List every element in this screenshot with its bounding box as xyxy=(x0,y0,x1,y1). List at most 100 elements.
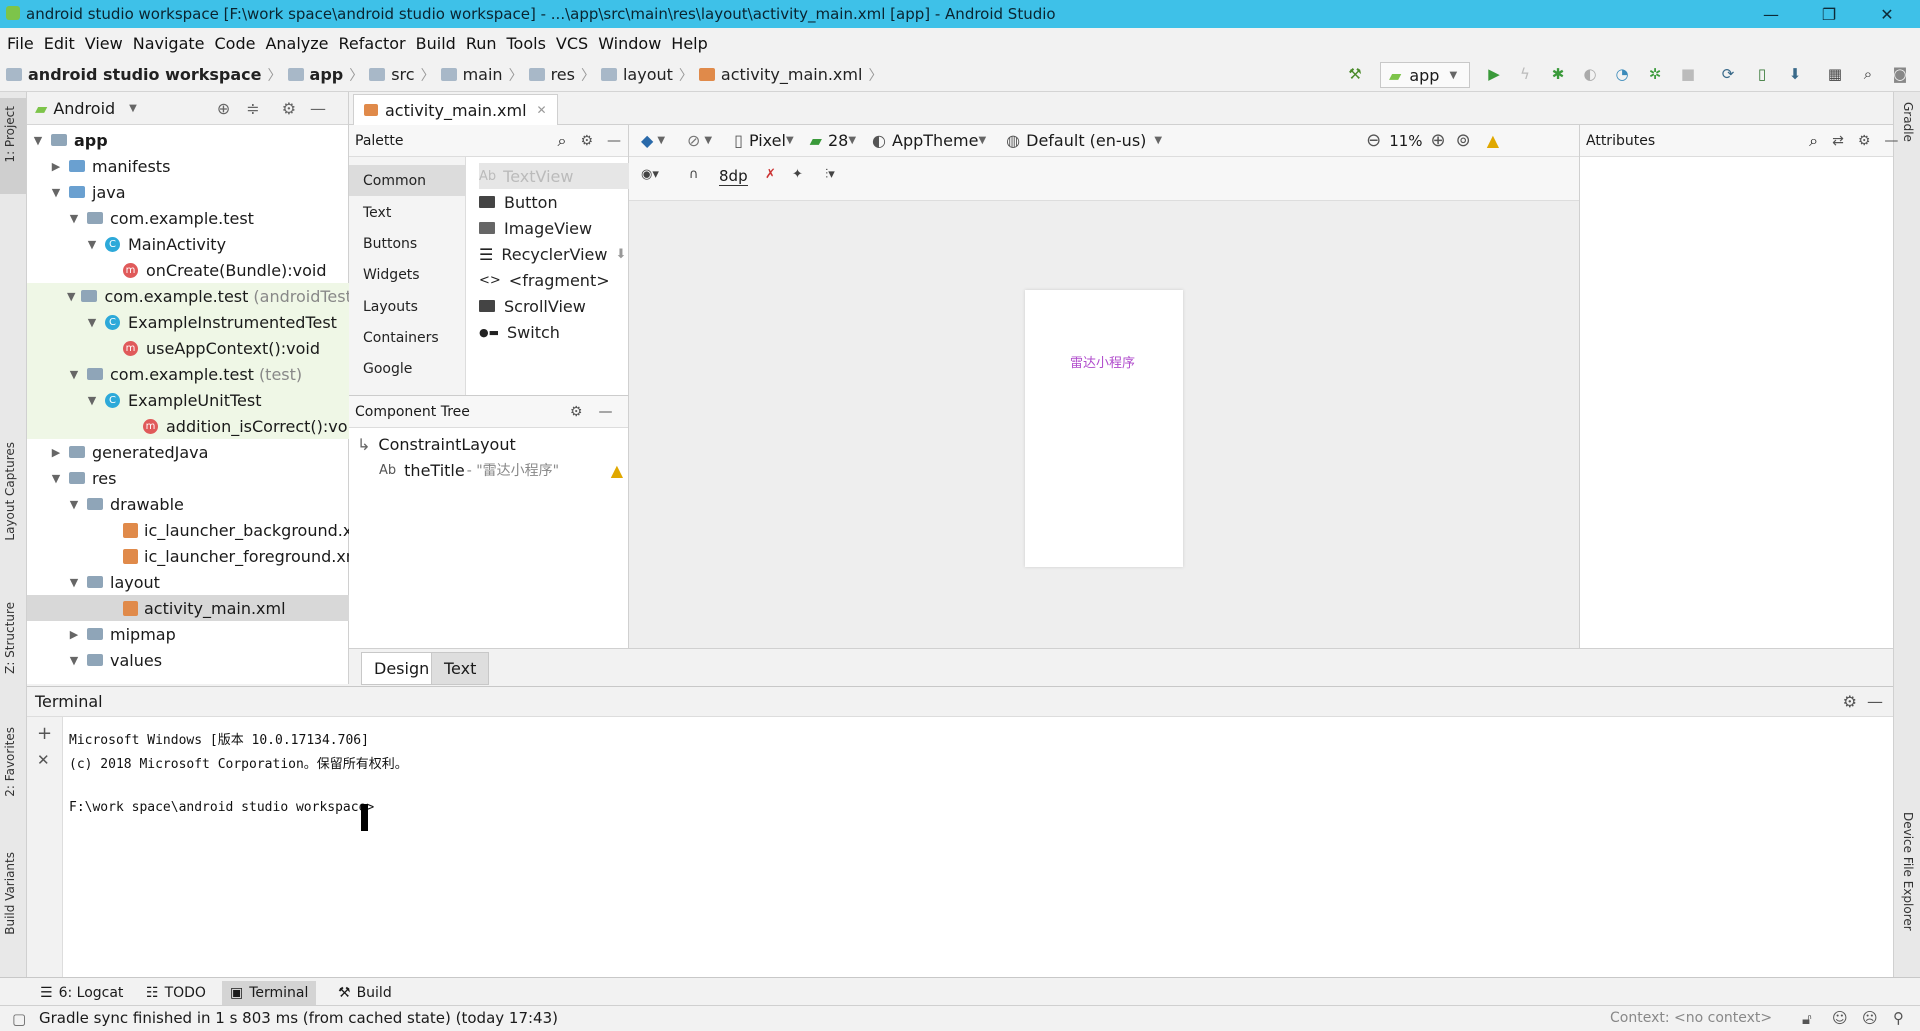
tab-todo[interactable]: ☷ TODO xyxy=(138,981,214,1005)
device-select[interactable]: Pixel xyxy=(749,131,786,150)
preview-textview[interactable]: 雷达小程序 xyxy=(1070,352,1135,371)
menu-code[interactable]: Code xyxy=(215,34,256,53)
tree-item-drawable[interactable]: ▼ drawable xyxy=(27,491,349,517)
structure-tab[interactable]: Z: Structure xyxy=(3,602,17,674)
profile-icon[interactable]: ◔ xyxy=(1612,64,1632,84)
close-session-icon[interactable]: ✕ xyxy=(37,751,50,769)
breadcrumb-main[interactable]: main 〉 xyxy=(440,65,523,85)
menu-build[interactable]: Build xyxy=(416,34,456,53)
tree-item-mipmap[interactable]: ▶ mipmap xyxy=(27,621,349,647)
tree-item-package-androidtest[interactable]: ▼ com.example.test (androidTest) xyxy=(27,283,349,309)
tree-item-addition-iscorrect[interactable]: m addition_isCorrect():vo xyxy=(27,413,349,439)
search-icon[interactable]: ⌕ xyxy=(1809,131,1818,151)
palette-cat-google[interactable]: Google xyxy=(349,353,466,384)
menu-tools[interactable]: Tools xyxy=(507,34,546,53)
tree-item-unit-test[interactable]: ▼ C ExampleUnitTest xyxy=(27,387,349,413)
chevron-down-icon[interactable]: ▼ xyxy=(704,135,712,146)
tab-terminal[interactable]: ▣ Terminal xyxy=(222,981,317,1005)
magnet-icon[interactable]: ∩ xyxy=(689,167,699,182)
tree-item-generatedjava[interactable]: ▶ generatedJava xyxy=(27,439,349,465)
menu-window[interactable]: Window xyxy=(598,34,661,53)
tree-item-ic-launcher-background[interactable]: ic_launcher_background.xml xyxy=(27,517,349,543)
device-file-explorer-tab[interactable]: Device File Explorer xyxy=(1901,812,1915,931)
search-icon[interactable]: ⌕ xyxy=(558,131,567,151)
sdk-manager-icon[interactable]: ⬇ xyxy=(1785,64,1805,84)
zoom-in-icon[interactable]: ⊕ xyxy=(1431,130,1446,151)
tree-item-instrumented-test[interactable]: ▼ C ExampleInstrumentedTest xyxy=(27,309,349,335)
event-log-icon[interactable]: ⚲ xyxy=(1893,1009,1904,1027)
breadcrumb-file[interactable]: activity_main.xml 〉 xyxy=(698,65,882,85)
breadcrumb-src[interactable]: src 〉 xyxy=(369,65,435,85)
default-margin[interactable]: 8dp xyxy=(719,167,748,186)
tree-item-package[interactable]: ▼ com.example.test xyxy=(27,205,349,231)
run-config-select[interactable]: ▰ app ▼ xyxy=(1380,62,1470,88)
palette-cat-buttons[interactable]: Buttons xyxy=(349,228,466,259)
device-preview[interactable] xyxy=(1025,290,1183,567)
palette-item-recyclerview[interactable]: ☰ RecyclerView ⬇ xyxy=(479,241,629,267)
tree-item-manifests[interactable]: ▶ manifests xyxy=(27,153,349,179)
chevron-down-icon[interactable]: ▼ xyxy=(129,103,137,114)
gear-icon[interactable]: ⚙ xyxy=(1843,692,1857,711)
menu-view[interactable]: View xyxy=(85,34,123,53)
breadcrumb-app[interactable]: app 〉 xyxy=(287,65,363,85)
palette-item-button[interactable]: Button xyxy=(479,189,629,215)
attach-debugger-icon[interactable]: ✲ xyxy=(1645,64,1665,84)
palette-item-scrollview[interactable]: ScrollView xyxy=(479,293,629,319)
maximize-button[interactable]: ❐ xyxy=(1800,0,1858,28)
palette-item-fragment[interactable]: <> <fragment> xyxy=(479,267,629,293)
guidelines-icon[interactable]: ⫶▾ xyxy=(825,167,835,182)
orientation-icon[interactable]: ⊘ xyxy=(687,131,700,150)
locale-select[interactable]: Default (en-us) xyxy=(1026,131,1146,150)
warning-icon[interactable]: ▲ xyxy=(1487,131,1499,150)
gear-icon[interactable]: ⚙ xyxy=(570,404,583,420)
collapse-icon[interactable]: ≑ xyxy=(246,99,259,118)
debug-icon[interactable]: ✱ xyxy=(1548,64,1568,84)
clear-constraints-icon[interactable]: ✗ xyxy=(765,167,776,182)
user-icon[interactable]: ◙ xyxy=(1890,64,1910,84)
hide-panel-icon[interactable]: — xyxy=(1884,133,1898,149)
tab-build[interactable]: ⚒ Build xyxy=(330,981,400,1005)
tree-item-package-test[interactable]: ▼ com.example.test (test) xyxy=(27,361,349,387)
palette-cat-common[interactable]: Common xyxy=(349,165,466,196)
zoom-fit-icon[interactable]: ⊚ xyxy=(1456,130,1471,151)
hide-panel-icon[interactable]: — xyxy=(310,99,326,118)
project-structure-icon[interactable]: ▦ xyxy=(1825,64,1845,84)
happy-feedback-icon[interactable]: ☺ xyxy=(1832,1009,1848,1027)
project-view-select[interactable]: Android xyxy=(53,99,115,118)
menu-file[interactable]: File xyxy=(7,34,34,53)
tree-item-layout[interactable]: ▼ layout xyxy=(27,569,349,595)
warning-icon[interactable]: ▲ xyxy=(611,461,623,480)
theme-select[interactable]: AppTheme xyxy=(892,131,978,150)
tree-item-ic-launcher-foreground[interactable]: ic_launcher_foreground.xml xyxy=(27,543,349,569)
menu-run[interactable]: Run xyxy=(466,34,497,53)
tab-text[interactable]: Text xyxy=(431,652,490,685)
gradle-tab[interactable]: Gradle xyxy=(1901,102,1915,142)
stop-icon[interactable]: ■ xyxy=(1678,64,1698,84)
sync-gradle-icon[interactable]: ⟳ xyxy=(1718,64,1738,84)
palette-cat-containers[interactable]: Containers xyxy=(349,322,466,353)
eye-icon[interactable]: ◉▾ xyxy=(641,167,659,182)
infer-constraints-icon[interactable]: ✦ xyxy=(792,167,803,182)
zoom-out-icon[interactable]: ⊖ xyxy=(1366,130,1381,151)
build-variants-tab[interactable]: Build Variants xyxy=(3,852,17,935)
tree-item-values[interactable]: ▼ values xyxy=(27,647,349,673)
palette-cat-text[interactable]: Text xyxy=(349,197,466,228)
sad-feedback-icon[interactable]: ☹ xyxy=(1862,1009,1878,1027)
gear-icon[interactable]: ⚙ xyxy=(282,99,296,118)
menu-help[interactable]: Help xyxy=(671,34,707,53)
run-icon[interactable]: ▶ xyxy=(1484,64,1504,84)
layers-icon[interactable]: ◆ xyxy=(641,131,653,150)
palette-item-textview[interactable]: Ab TextView xyxy=(479,163,629,189)
menu-edit[interactable]: Edit xyxy=(44,34,75,53)
hide-panel-icon[interactable]: — xyxy=(607,133,621,149)
download-icon[interactable]: ⬇ xyxy=(615,247,626,262)
hide-panel-icon[interactable]: — xyxy=(1867,692,1883,711)
minimize-button[interactable]: — xyxy=(1742,0,1800,28)
avd-manager-icon[interactable]: ▯ xyxy=(1752,64,1772,84)
new-session-icon[interactable]: + xyxy=(37,723,52,744)
layout-captures-tab[interactable]: Layout Captures xyxy=(3,442,17,541)
menu-analyze[interactable]: Analyze xyxy=(265,34,328,53)
menu-vcs[interactable]: VCS xyxy=(556,34,588,53)
palette-item-switch[interactable]: ●▬ Switch xyxy=(479,319,629,345)
apply-changes-icon[interactable]: ϟ xyxy=(1515,64,1535,84)
